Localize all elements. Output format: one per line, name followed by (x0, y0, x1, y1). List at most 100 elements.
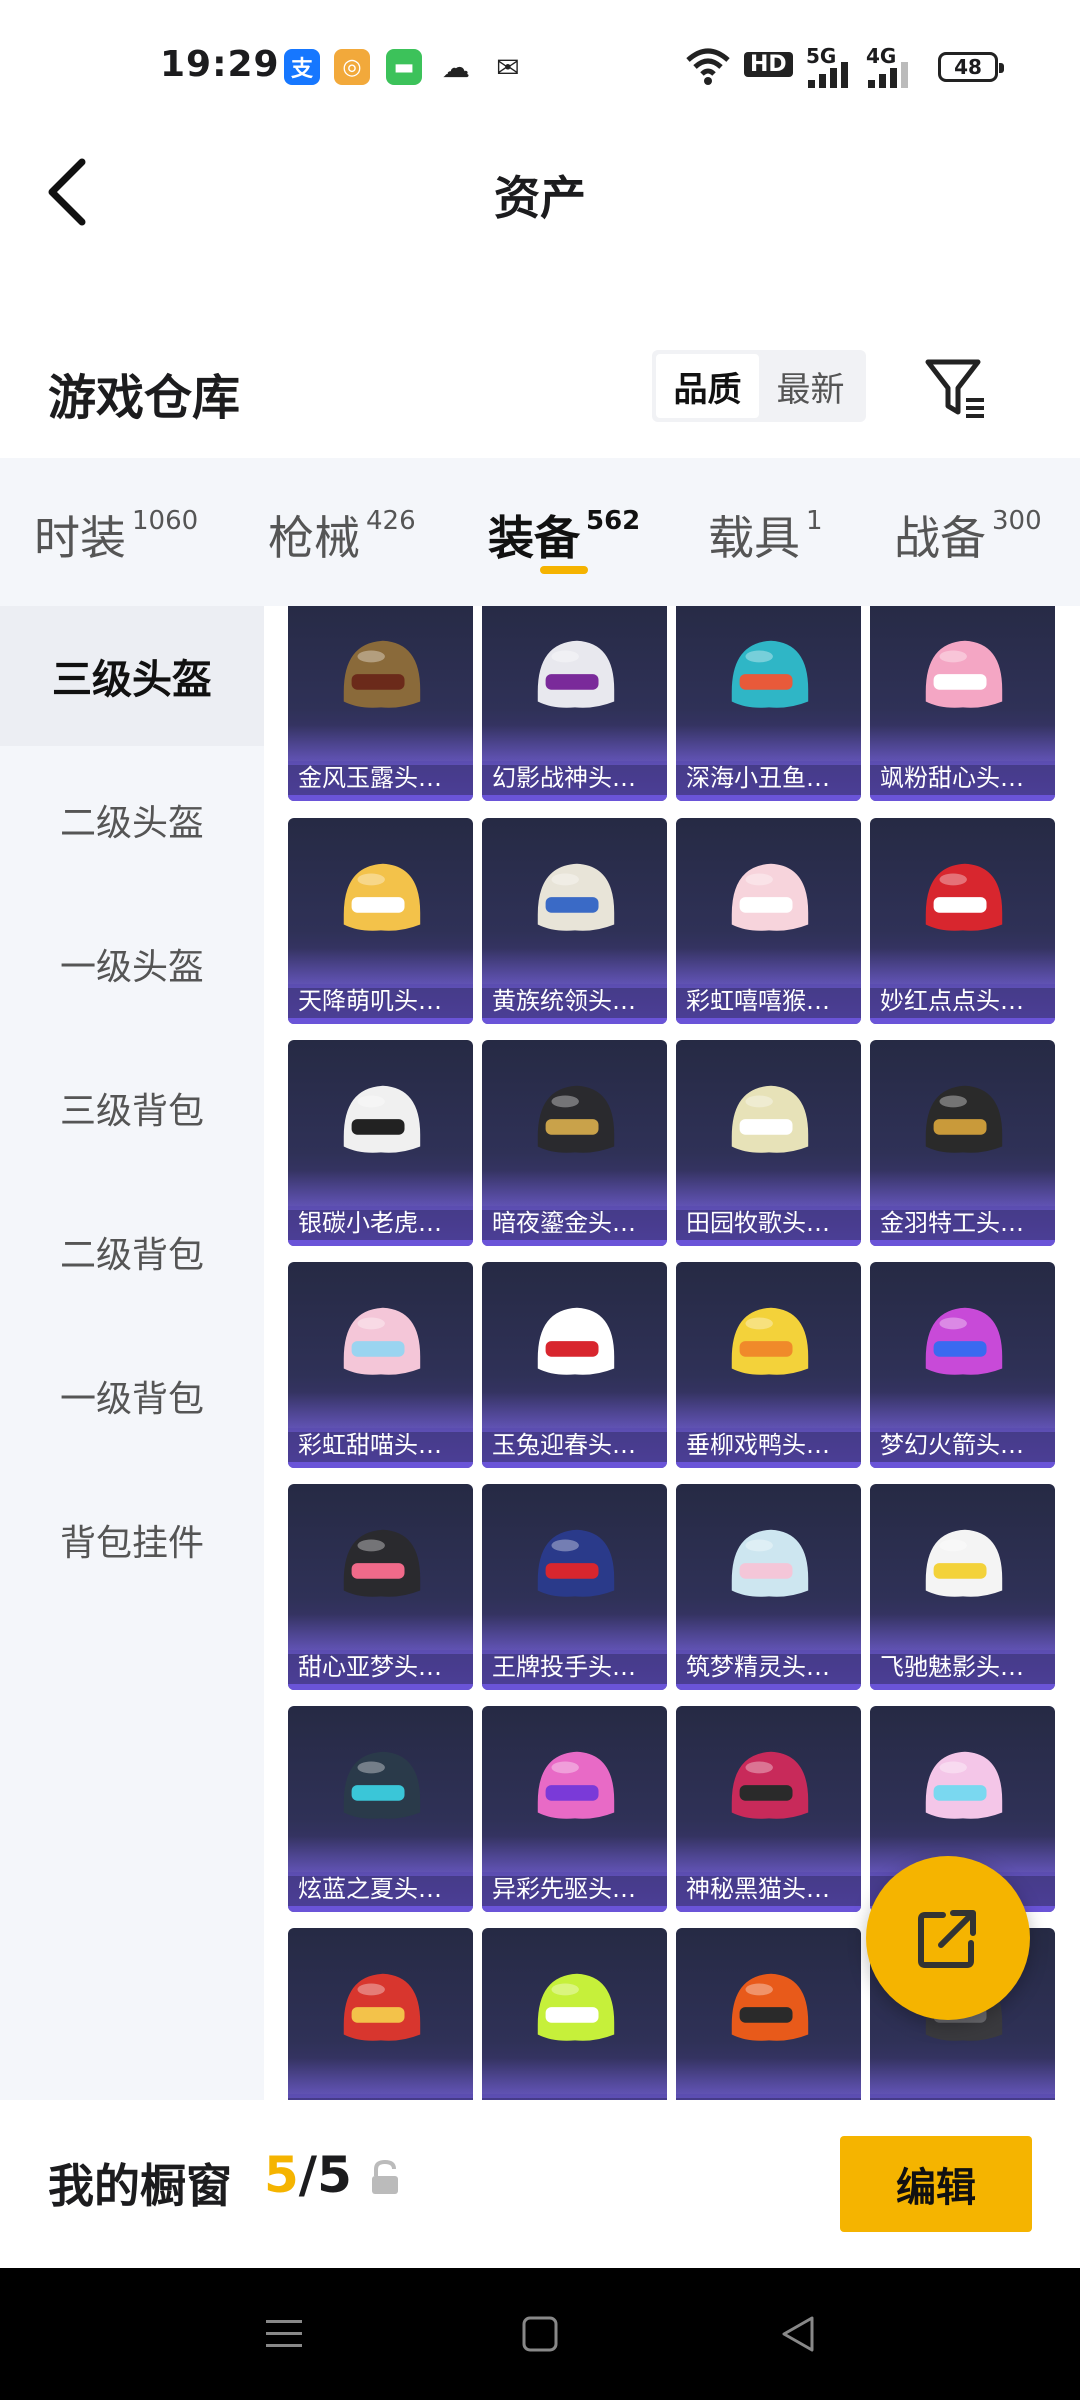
item-name: 金风玉露头盔... (288, 761, 473, 795)
card-glow (676, 1392, 861, 1432)
quality-bar (676, 1018, 861, 1024)
item-card[interactable]: 筑梦精灵头盔... (676, 1484, 861, 1690)
quality-bar (482, 1462, 667, 1468)
quality-bar (870, 1240, 1055, 1246)
helmet-icon (925, 1751, 1003, 1819)
item-card[interactable]: 暗夜鎏金头盔... (482, 1040, 667, 1246)
helmet-icon (731, 1751, 809, 1819)
item-name: 妙红点点头盔... (870, 984, 1055, 1018)
card-glow (482, 725, 667, 765)
item-name: 垂柳戏鸭头盔... (676, 1428, 861, 1462)
item-card[interactable]: 田园牧歌头盔... (676, 1040, 861, 1246)
sidebar-item-level1-backpack[interactable]: 一级背包 (0, 1326, 264, 1466)
helmet-icon (731, 1973, 809, 2041)
helmet-icon (343, 1751, 421, 1819)
tab-equipment[interactable]: 装备 562 (488, 502, 640, 568)
item-card[interactable]: 天降萌叽头盔... (288, 818, 473, 1024)
helmet-icon (925, 1307, 1003, 1375)
card-glow (288, 725, 473, 765)
quality-bar (288, 795, 473, 801)
helmet-icon (537, 1973, 615, 2041)
helmet-icon (731, 1307, 809, 1375)
home-icon[interactable] (518, 2312, 562, 2356)
card-glow (870, 2058, 1055, 2098)
item-card[interactable]: 甜心亚梦头盔... (288, 1484, 473, 1690)
item-card[interactable]: 神秘黑猫头盔... (676, 1706, 861, 1912)
item-card[interactable]: 彩虹甜喵头盔... (288, 1262, 473, 1468)
item-card[interactable]: 异彩先驱头盔... (482, 1706, 667, 1912)
back-icon[interactable] (776, 2312, 820, 2356)
item-card[interactable]: 玉兔迎春头盔... (482, 1262, 667, 1468)
helmet-icon (343, 863, 421, 931)
tab-vehicles[interactable]: 载具 1 (708, 502, 823, 568)
item-card[interactable] (482, 1928, 667, 2100)
card-glow (676, 725, 861, 765)
signal-4g-icon (868, 62, 908, 88)
item-card[interactable] (676, 1928, 861, 2100)
showcase-bar: 我的橱窗 5/5 编辑 (0, 2100, 1080, 2268)
item-card[interactable]: 深海小丑鱼头... (676, 606, 861, 801)
card-glow (482, 1614, 667, 1654)
helmet-icon (537, 1751, 615, 1819)
item-card[interactable]: 飞驰魅影头盔... (870, 1484, 1055, 1690)
helmet-icon (537, 1529, 615, 1597)
item-name: 深海小丑鱼头... (676, 761, 861, 795)
item-card[interactable]: 飒粉甜心头盔... (870, 606, 1055, 801)
tab-supplies[interactable]: 战备 300 (894, 502, 1042, 568)
item-card[interactable]: 炫蓝之夏头盔... (288, 1706, 473, 1912)
tab-weapons[interactable]: 枪械 426 (268, 502, 416, 568)
sort-newest-button[interactable]: 最新 (759, 354, 862, 418)
sidebar-item-level3-backpack[interactable]: 三级背包 (0, 1038, 264, 1178)
status-time: 19:29 (160, 44, 280, 85)
share-button[interactable] (866, 1856, 1030, 2020)
item-card[interactable]: 梦幻火箭头盔... (870, 1262, 1055, 1468)
card-glow (870, 1392, 1055, 1432)
quality-bar (482, 1684, 667, 1690)
card-glow (482, 1392, 667, 1432)
quality-bar (676, 1906, 861, 1912)
quality-bar (288, 1240, 473, 1246)
item-name: 梦幻火箭头盔... (870, 1428, 1055, 1462)
item-name: 异彩先驱头盔... (482, 1872, 667, 1906)
edit-button[interactable]: 编辑 (840, 2136, 1032, 2232)
quality-bar (870, 1462, 1055, 1468)
helmet-icon (731, 863, 809, 931)
item-name: 黄族统领头盔... (482, 984, 667, 1018)
quality-bar (870, 1018, 1055, 1024)
card-glow (676, 1836, 861, 1876)
section-title: 游戏仓库 (48, 370, 241, 426)
item-name: 神秘黑猫头盔... (676, 1872, 861, 1906)
sort-quality-button[interactable]: 品质 (656, 354, 759, 418)
item-card[interactable]: 彩虹嘻嘻猴头... (676, 818, 861, 1024)
item-card[interactable]: 金风玉露头盔... (288, 606, 473, 801)
filter-icon[interactable] (920, 352, 990, 422)
sidebar-item-level2-backpack[interactable]: 二级背包 (0, 1182, 264, 1322)
card-glow (288, 1836, 473, 1876)
item-name: 天降萌叽头盔... (288, 984, 473, 1018)
item-card[interactable]: 黄族统领头盔... (482, 818, 667, 1024)
card-glow (288, 1392, 473, 1432)
sidebar-item-level3-helmet[interactable]: 三级头盔 (0, 606, 264, 746)
sidebar-item-level2-helmet[interactable]: 二级头盔 (0, 750, 264, 890)
item-card[interactable] (288, 1928, 473, 2100)
helmet-icon (343, 1085, 421, 1153)
item-card[interactable]: 王牌投手头盔... (482, 1484, 667, 1690)
sidebar-item-backpack-charm[interactable]: 背包挂件 (0, 1470, 264, 1610)
item-card[interactable]: 垂柳戏鸭头盔... (676, 1262, 861, 1468)
status-bar: 19:29 支 ◎ ▬ ☁ ✉ HD 5G 4G 48 (0, 0, 1080, 135)
item-card[interactable]: 幻影战神头盔... (482, 606, 667, 801)
tab-fashion[interactable]: 时装 1060 (34, 502, 198, 568)
sidebar-item-level1-helmet[interactable]: 一级头盔 (0, 894, 264, 1034)
card-glow (288, 948, 473, 988)
item-card[interactable]: 银碳小老虎头... (288, 1040, 473, 1246)
item-name: 彩虹嘻嘻猴头... (676, 984, 861, 1018)
quality-bar (288, 1018, 473, 1024)
item-name: 飒粉甜心头盔... (870, 761, 1055, 795)
item-card[interactable]: 妙红点点头盔... (870, 818, 1055, 1024)
menu-icon[interactable] (262, 2312, 306, 2356)
helmet-icon (925, 863, 1003, 931)
signal-5g-icon (808, 62, 848, 88)
helmet-icon (343, 1307, 421, 1375)
item-card[interactable]: 金羽特工头盔... (870, 1040, 1055, 1246)
quality-bar (870, 795, 1055, 801)
